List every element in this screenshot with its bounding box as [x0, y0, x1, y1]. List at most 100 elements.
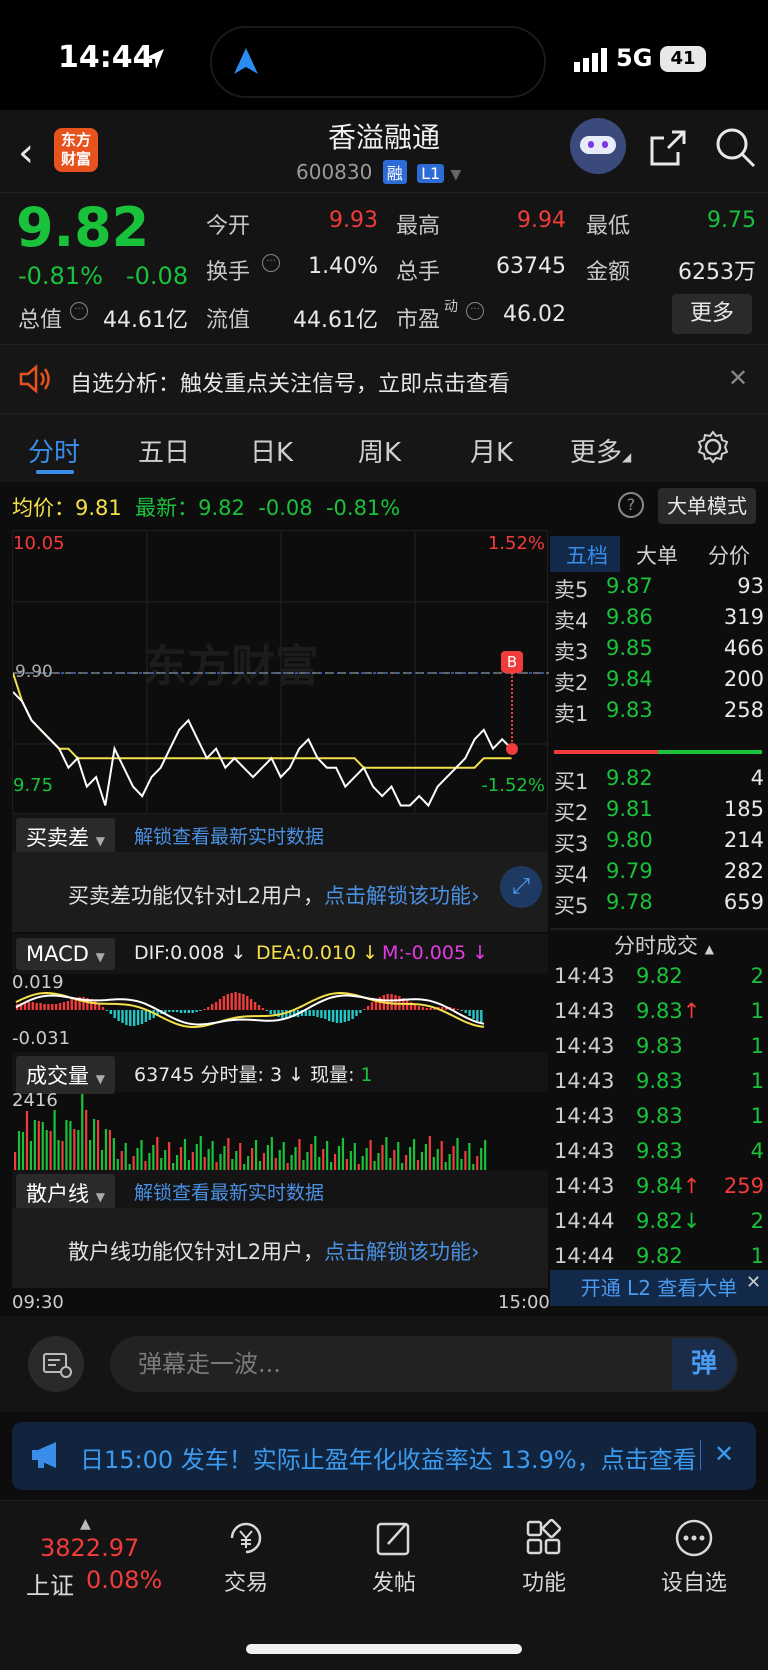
trade-row[interactable]: 14:44 9.82↓ 2 [554, 1209, 764, 1244]
tab-more[interactable]: 更多◢ [570, 432, 631, 469]
volume-bar [282, 1142, 285, 1170]
big-order-mode-button[interactable]: 大单模式 [658, 488, 756, 524]
ask-volume: 258 [723, 698, 764, 722]
volume-bar [223, 1146, 226, 1170]
macd-selector[interactable]: MACD ▼ [16, 938, 115, 970]
turnover-info-icon[interactable]: ··· [262, 254, 280, 272]
nav-trade[interactable]: 交易 [196, 1565, 296, 1597]
promo-close-icon[interactable]: ✕ [714, 1440, 734, 1468]
retail-unlock-link[interactable]: 解锁查看最新实时数据 [134, 1178, 324, 1205]
nav-add-watchlist[interactable]: 设自选 [644, 1565, 744, 1597]
open-l2-button[interactable]: 开通 L2 查看大单 [550, 1270, 768, 1306]
spread-selector[interactable]: 买卖差 ▼ [16, 818, 115, 856]
l2-close-icon[interactable]: ✕ [746, 1272, 761, 1293]
spread-unlock-link[interactable]: 解锁查看最新实时数据 [134, 822, 324, 849]
macd-chart[interactable]: 0.019 -0.031 [12, 972, 548, 1052]
y-bottom-label: 9.75 [13, 775, 54, 796]
macd-bar [339, 1010, 343, 1023]
volume-bar [349, 1151, 352, 1170]
float-value: 44.61亿 [293, 308, 378, 333]
macd-bar [367, 1006, 370, 1010]
bid-row[interactable]: 买5 9.78 659 [554, 890, 764, 923]
tab-intraday[interactable]: 分时 [28, 432, 80, 469]
volume-selector[interactable]: 成交量 ▼ [16, 1056, 115, 1094]
tab-big-orders[interactable]: 大单 [636, 540, 678, 570]
trade-row[interactable]: 14:43 9.83 1 [554, 1034, 764, 1069]
macd-bar [187, 1010, 190, 1013]
spread-dropdown-icon: ▼ [95, 834, 105, 848]
bid-row[interactable]: 买4 9.79 282 [554, 859, 764, 892]
ask-row[interactable]: 卖3 9.85 466 [554, 636, 764, 669]
retail-notice[interactable]: 散户线功能仅针对L2用户，点击解锁该功能› [68, 1236, 479, 1266]
trade-icon[interactable] [226, 1518, 266, 1558]
macd-bar [312, 1010, 315, 1016]
stock-code-row[interactable]: 600830 融 L1 ▼ [296, 160, 461, 184]
volume-bar [69, 1121, 72, 1170]
close-icon[interactable]: ✕ [728, 364, 748, 392]
buy-marker[interactable]: B [501, 651, 523, 673]
volume-bar [290, 1155, 293, 1170]
tab-five-day[interactable]: 五日 [138, 432, 190, 469]
macd-bar [421, 1007, 424, 1010]
tab-daily-k[interactable]: 日K [250, 432, 293, 469]
retail-selector[interactable]: 散户线 ▼ [16, 1174, 115, 1212]
ask-row[interactable]: 卖5 9.87 93 [554, 574, 764, 607]
help-icon[interactable]: ? [618, 492, 644, 518]
bid-row[interactable]: 买3 9.80 214 [554, 828, 764, 861]
macd-bar [250, 999, 253, 1010]
trade-row[interactable]: 14:43 9.83 ↑ 1 [554, 999, 764, 1034]
trade-row[interactable]: 14:43 9.82 2 [554, 964, 764, 999]
spread-notice-link[interactable]: 点击解锁该功能 [324, 884, 471, 908]
nav-functions[interactable]: 功能 [494, 1565, 594, 1597]
ask-row[interactable]: 卖4 9.86 319 [554, 605, 764, 638]
trades-title[interactable]: 分时成交 ▲ [614, 930, 714, 960]
trade-row[interactable]: 14:43 9.84 ↑ 259 [554, 1174, 764, 1209]
settings-gear-icon[interactable] [696, 430, 730, 464]
index-pct[interactable]: 0.08% [86, 1566, 162, 1594]
danmu-send-button[interactable]: 弹 [672, 1338, 736, 1390]
search-icon[interactable] [714, 126, 758, 170]
volume-bar [247, 1156, 250, 1170]
trade-row[interactable]: 14:43 9.83 1 [554, 1104, 764, 1139]
price-line [12, 691, 513, 808]
volume-chart[interactable]: 2416 [12, 1090, 548, 1170]
volume-bar [148, 1153, 151, 1170]
post-icon[interactable] [374, 1518, 414, 1558]
volume-bar [278, 1150, 281, 1170]
volume-bar [172, 1163, 175, 1170]
tab-weekly-k[interactable]: 周K [358, 432, 401, 469]
volume-bar [302, 1160, 305, 1170]
more-quote-button[interactable]: 更多 [672, 294, 752, 334]
volume-bar [132, 1156, 135, 1170]
tab-price-dist[interactable]: 分价 [708, 540, 750, 570]
more-dots-icon[interactable] [674, 1518, 714, 1558]
x-end-label: 15:00 [498, 1292, 550, 1313]
intraday-chart[interactable]: 东方财富 10.05 1.52% 9.75 -1.52% 9.90 B [12, 530, 549, 815]
nav-post[interactable]: 发帖 [344, 1565, 444, 1597]
functions-icon[interactable] [524, 1518, 564, 1558]
robot-assistant-icon[interactable] [570, 118, 626, 174]
trade-row[interactable]: 14:43 9.83 4 [554, 1139, 764, 1174]
danmu-input[interactable]: 弹幕走一波... [110, 1336, 738, 1392]
bid-row[interactable]: 买2 9.81 185 [554, 797, 764, 830]
volume-bar [144, 1161, 147, 1170]
tab-monthly-k[interactable]: 月K [470, 432, 513, 469]
ask-row[interactable]: 卖2 9.84 200 [554, 667, 764, 700]
promo-text: 日15:00 发车！实际止盈年化收益率达 13.9%，点击查看 [80, 1446, 697, 1474]
tab-five-levels[interactable]: 五档 [566, 540, 608, 570]
index-name[interactable]: 上证 [26, 1566, 74, 1601]
retail-notice-link[interactable]: 点击解锁该功能 [324, 1240, 471, 1264]
trade-row[interactable]: 14:43 9.83 1 [554, 1069, 764, 1104]
spread-notice[interactable]: 买卖差功能仅针对L2用户，点击解锁该功能› [68, 880, 479, 910]
pe-info-icon[interactable]: ··· [466, 302, 484, 320]
bid-row[interactable]: 买1 9.82 4 [554, 766, 764, 799]
danmu-settings-icon[interactable] [28, 1336, 84, 1392]
mktcap-info-icon[interactable]: ··· [70, 302, 88, 320]
stock-code: 600830 [296, 160, 373, 184]
ask-row[interactable]: 卖1 9.83 258 [554, 698, 764, 731]
index-value[interactable]: 3822.97 [40, 1534, 139, 1562]
share-icon[interactable] [648, 128, 688, 168]
intraday-chart-svg: 东方财富 [12, 531, 549, 815]
expand-icon[interactable]: ⤢ [500, 866, 542, 908]
macd-bar [324, 1010, 327, 1019]
